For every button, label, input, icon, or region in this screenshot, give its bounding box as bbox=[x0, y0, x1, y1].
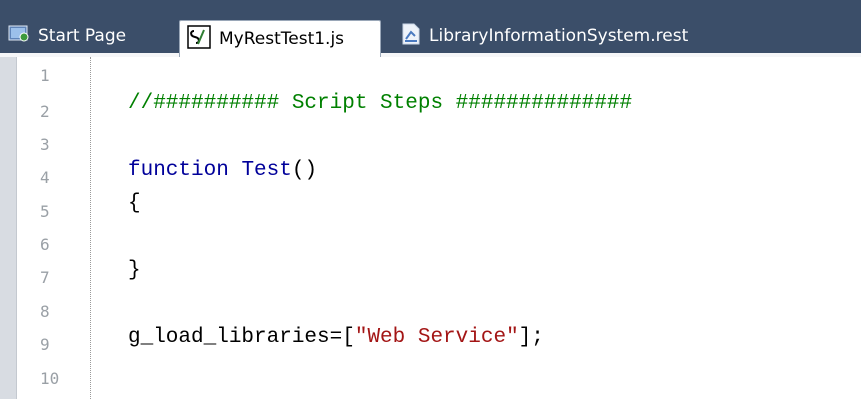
line-number: 5 bbox=[40, 202, 50, 221]
function-name: Test bbox=[241, 159, 292, 182]
tab-label: MyRestTest1.js bbox=[219, 29, 345, 49]
line-number: 1 bbox=[40, 66, 50, 85]
script-icon bbox=[187, 24, 211, 54]
close-brace: } bbox=[128, 259, 141, 282]
editor-margin bbox=[0, 57, 17, 399]
rest-file-icon bbox=[401, 23, 421, 50]
code-line-5: { bbox=[128, 191, 141, 217]
comment-text: //########## Script Steps ############## bbox=[128, 92, 633, 115]
assignment-prefix: g_load_libraries=[ bbox=[128, 326, 355, 349]
code-line-9: g_load_libraries=["Web Service"]; bbox=[128, 325, 544, 351]
line-number: 4 bbox=[40, 168, 50, 187]
tab-label: Start Page bbox=[38, 26, 127, 46]
string-literal: "Web Service" bbox=[354, 326, 519, 349]
line-number: 7 bbox=[40, 268, 50, 287]
line-number: 2 bbox=[40, 102, 50, 121]
code-line-2: //########## Script Steps ############## bbox=[128, 91, 632, 117]
parens: () bbox=[291, 159, 318, 182]
assignment-suffix: ]; bbox=[518, 326, 544, 349]
line-number: 10 bbox=[40, 369, 60, 388]
tab-myresttest1-js[interactable]: MyRestTest1.js bbox=[179, 20, 381, 57]
tab-label: LibraryInformationSystem.rest bbox=[429, 26, 689, 46]
document-tab-bar: Start Page MyRestTest1.js LibraryInforma… bbox=[0, 0, 861, 57]
code-editor[interactable]: 1 2 3 4 5 6 7 8 9 10 //########## Script… bbox=[0, 57, 861, 399]
open-brace: { bbox=[128, 192, 141, 215]
code-line-7: } bbox=[128, 258, 141, 284]
line-number: 9 bbox=[40, 335, 50, 354]
line-number: 8 bbox=[40, 302, 50, 321]
code-line-4: function Test() bbox=[128, 158, 317, 184]
tab-libraryinformationsystem-rest[interactable]: LibraryInformationSystem.rest bbox=[401, 18, 688, 54]
line-number-gutter: 1 2 3 4 5 6 7 8 9 10 bbox=[16, 57, 91, 399]
keyword-function: function bbox=[128, 159, 229, 182]
tab-start-page[interactable]: Start Page bbox=[8, 18, 126, 54]
line-number: 6 bbox=[40, 235, 50, 254]
start-page-icon bbox=[8, 24, 30, 49]
line-number: 3 bbox=[40, 135, 50, 154]
